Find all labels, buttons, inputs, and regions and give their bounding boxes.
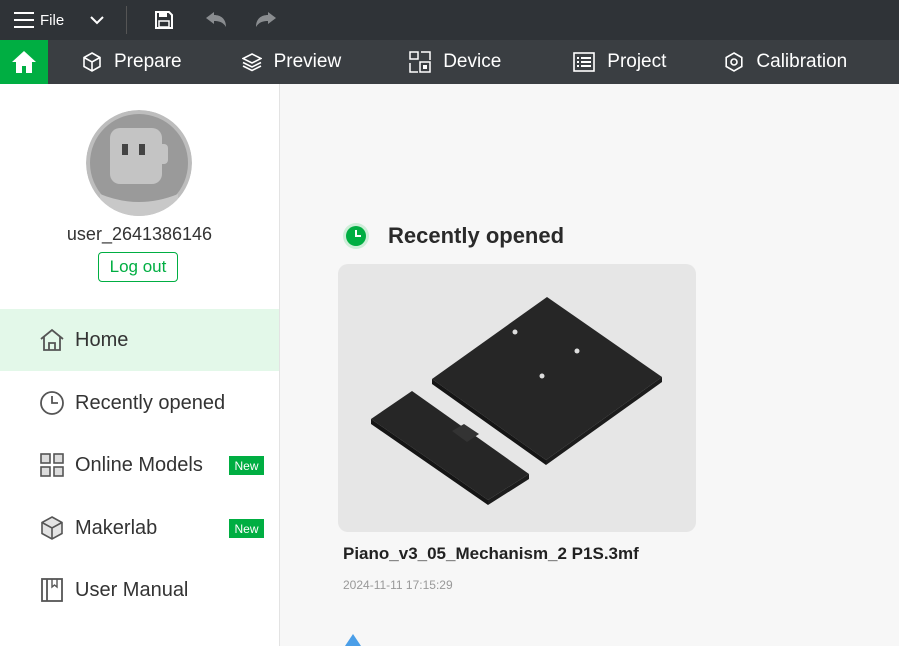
layers-icon: [241, 53, 262, 72]
online-models-section-icon: [345, 634, 361, 646]
sidebar-item-home[interactable]: Home: [0, 309, 279, 371]
tab-label: Project: [607, 51, 667, 72]
undo-icon: [206, 12, 227, 27]
new-badge: New: [229, 456, 264, 475]
hamburger-menu-icon: [14, 12, 34, 28]
file-menu-label: File: [40, 11, 65, 29]
sidebar-item-label: Online Models: [75, 453, 203, 476]
sidebar-item-recently-opened[interactable]: Recently opened: [0, 372, 279, 434]
tab-calibration[interactable]: Calibration: [724, 40, 847, 84]
list-icon: [573, 52, 596, 72]
chevron-down-icon[interactable]: [90, 15, 104, 25]
redo-button[interactable]: [247, 0, 285, 40]
robot-avatar-icon: [86, 110, 192, 216]
tab-prepare[interactable]: Prepare: [82, 40, 182, 84]
book-icon: [41, 578, 63, 602]
file-menu[interactable]: File: [0, 0, 104, 40]
calibration-icon: [725, 52, 744, 72]
makerlab-icon: [41, 516, 63, 540]
cubes-icon: [40, 453, 64, 477]
tab-device[interactable]: Device: [409, 40, 501, 84]
logout-button[interactable]: Log out: [98, 252, 178, 282]
sidebar-item-makerlab[interactable]: Makerlab New: [0, 497, 279, 559]
save-icon: [155, 11, 174, 29]
sidebar-item-online-models[interactable]: Online Models New: [0, 434, 279, 496]
save-button[interactable]: [145, 0, 183, 40]
recent-file-date: 2024-11-11 17:15:29: [343, 578, 453, 592]
main-tab-bar: Prepare Preview Device Project Calibrati…: [0, 40, 899, 84]
sidebar-item-label: Recently opened: [75, 391, 226, 414]
section-title: Recently opened: [388, 223, 565, 248]
avatar[interactable]: [86, 110, 192, 216]
sidebar: user_2641386146 Log out Home Recently op…: [0, 84, 280, 646]
home-icon: [40, 328, 64, 351]
device-icon: [409, 51, 431, 73]
tab-preview[interactable]: Preview: [241, 40, 342, 84]
tab-label: Preview: [273, 51, 342, 72]
tab-project[interactable]: Project: [573, 40, 666, 84]
username: user_2641386146: [66, 224, 213, 244]
recent-file-name[interactable]: Piano_v3_05_Mechanism_2 P1S.3mf: [343, 544, 639, 564]
undo-button[interactable]: [197, 0, 235, 40]
title-bar: File: [0, 0, 899, 40]
sidebar-item-label: Home: [75, 328, 129, 351]
sidebar-item-label: User Manual: [75, 578, 189, 601]
toolbar-divider: [126, 6, 128, 34]
cube-icon: [83, 52, 101, 72]
new-badge: New: [229, 519, 264, 538]
home-icon: [12, 51, 36, 73]
tab-home[interactable]: [0, 40, 48, 84]
tab-label: Prepare: [114, 51, 182, 72]
recently-opened-header: Recently opened: [342, 222, 564, 250]
sidebar-item-user-manual[interactable]: User Manual: [0, 559, 279, 621]
clock-icon: [40, 391, 64, 415]
clock-icon: [343, 223, 369, 249]
tab-label: Calibration: [756, 51, 848, 72]
recent-file-card[interactable]: [338, 264, 696, 532]
tab-label: Device: [443, 51, 502, 72]
redo-icon: [256, 12, 277, 27]
model-thumbnail: [371, 297, 662, 505]
sidebar-item-label: Makerlab: [75, 516, 158, 539]
